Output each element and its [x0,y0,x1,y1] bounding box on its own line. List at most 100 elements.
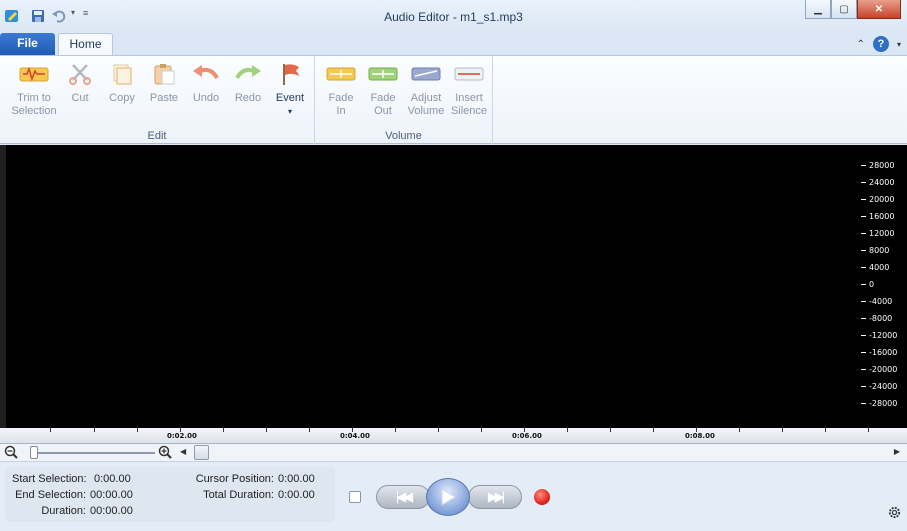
ruler-tick [610,428,611,432]
loop-checkbox[interactable] [349,491,361,503]
help-dropdown-icon[interactable]: ▾ [897,40,901,49]
insert-silence-label-2: Silence [450,105,488,117]
copy-button[interactable]: Copy [104,62,140,105]
insert-silence-label-1: Insert [455,92,483,104]
start-selection-value: 0:00.00 [94,473,131,485]
tab-home[interactable]: Home [58,33,113,56]
scroll-right-icon[interactable]: ▶ [894,447,900,456]
fade-out-label-2: Out [374,105,392,117]
collapse-ribbon-icon[interactable]: ⌃ [857,39,865,50]
edit-group-label: Edit [147,130,167,142]
amp-label: 20000 [861,195,894,204]
fast-forward-button[interactable]: ▶▶| [468,485,522,509]
event-button[interactable]: Event ▾ [271,62,309,118]
amp-label: 8000 [861,246,889,255]
amp-label: -28000 [861,399,897,408]
amp-label: 24000 [861,178,894,187]
undo-button[interactable]: Undo [187,62,225,105]
zoom-in-icon[interactable] [158,445,172,459]
paste-icon [154,64,175,85]
fade-in-icon [326,67,356,81]
amp-label: -20000 [861,365,897,374]
tab-file[interactable]: File [0,33,55,55]
horizontal-scroll-thumb[interactable] [194,445,209,460]
ruler-tick [223,428,224,432]
end-selection-value: 00:00.00 [90,489,133,501]
insert-silence-button[interactable]: Insert Silence [449,62,489,118]
close-button[interactable]: ✕ [857,0,901,19]
trim-icon [19,66,49,82]
rewind-button[interactable]: |◀◀ [376,485,430,509]
amp-label: -4000 [861,297,892,306]
amp-label: -16000 [861,348,897,357]
cursor-position-label: Cursor Position: [195,473,274,485]
amp-label: -12000 [861,331,897,340]
fast-forward-icon: ▶▶| [487,489,505,504]
fade-in-label-1: Fade [328,92,354,104]
duration-value: 00:00.00 [90,505,133,517]
zoom-slider-thumb[interactable] [30,446,38,459]
ribbon-tab-row: File Home ⌃ ? ▾ [0,33,907,56]
duration-label: Duration: [41,505,86,517]
ruler-tick [481,428,482,432]
end-selection-row: End Selection: 00:00.00 [5,489,133,501]
start-selection-label: Start Selection: [12,473,87,485]
trim-to-selection-button[interactable]: Trim to Selection [6,62,62,118]
transport-controls: |◀◀ ▶▶| [376,478,522,516]
copy-icon [113,64,132,85]
fade-out-button[interactable]: Fade Out [365,62,401,118]
ruler-tick [309,428,310,432]
total-duration-value: 0:00.00 [278,489,315,501]
amp-label: 28000 [861,161,894,170]
scroll-left-icon[interactable]: ◀ [180,447,186,456]
cut-button[interactable]: Cut [62,62,98,105]
paste-label: Paste [149,92,179,104]
time-label: 0:02.00 [167,432,197,440]
fade-out-icon [368,67,398,81]
adjust-volume-button[interactable]: Adjust Volume [405,62,447,118]
event-label: Event [275,92,305,104]
redo-icon [235,65,261,80]
zoom-out-icon[interactable] [4,445,18,459]
amp-label: 4000 [861,263,889,272]
ruler-tick [50,428,51,432]
amp-label: -8000 [861,314,892,323]
event-dropdown-icon[interactable]: ▾ [288,107,292,116]
help-icon[interactable]: ? [872,36,889,52]
duration-row: Duration: 00:00.00 [5,505,133,517]
rewind-icon: |◀◀ [395,489,413,504]
waveform-area[interactable]: 28000 24000 20000 16000 12000 8000 4000 … [0,145,907,428]
amp-label: 12000 [861,229,894,238]
maximize-button[interactable]: ▢ [831,0,857,19]
settings-gear-icon[interactable] [887,505,902,520]
time-label: 0:06.00 [512,432,542,440]
ruler-tick [653,428,654,432]
minimize-button[interactable]: ▁ [805,0,831,19]
play-button[interactable] [426,478,470,516]
title-bar: ▾ ≡ Audio Editor - m1_s1.mp3 ▁ ▢ ✕ [0,0,907,33]
ruler-tick [739,428,740,432]
time-ruler[interactable]: 0:02.00 0:04.00 0:06.00 0:08.00 [0,428,907,444]
ruler-tick [395,428,396,432]
adjust-volume-label-1: Adjust [410,92,442,104]
fade-in-label-2: In [336,105,346,117]
ruler-tick [438,428,439,432]
redo-button[interactable]: Redo [229,62,267,105]
fade-in-button[interactable]: Fade In [323,62,359,118]
status-panel: Start Selection: 0:00.00 End Selection: 00… [0,462,907,531]
trim-label-2: Selection [11,105,57,117]
adjust-volume-icon [411,67,441,81]
amp-label: 16000 [861,212,894,221]
zoom-slider-track[interactable] [30,452,155,454]
fade-out-label-1: Fade [370,92,396,104]
ruler-tick [137,428,138,432]
cursor-position-row: Cursor Position: 0:00.00 [175,473,315,485]
cut-label: Cut [71,92,89,104]
record-button[interactable] [534,489,550,505]
zoom-scroll-bar: ◀ ▶ [0,444,907,462]
trim-label-1: Trim to [17,92,51,104]
paste-button[interactable]: Paste [145,62,183,105]
window-title: Audio Editor - m1_s1.mp3 [384,10,523,24]
ruler-tick [567,428,568,432]
play-icon [441,488,456,506]
